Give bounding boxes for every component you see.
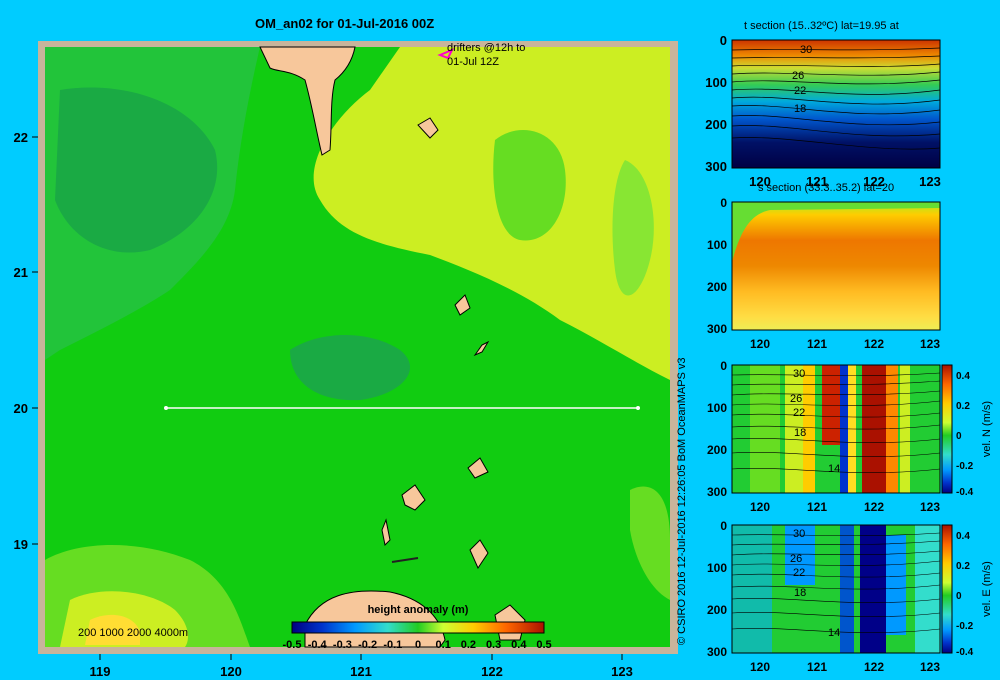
vel-colorbar <box>941 364 953 494</box>
contour-label: 30 <box>793 368 805 380</box>
lon-tick: 119 <box>90 664 111 679</box>
contour-label: 26 <box>790 393 802 405</box>
colorbar-tick-label: 0.1 <box>436 639 451 651</box>
depth-tick: 0 <box>720 519 727 533</box>
vel-band <box>915 525 940 653</box>
depth-tick: 100 <box>705 75 727 90</box>
vel-cbar-tick: -0.4 <box>956 487 974 498</box>
colorbar-tick-label: 0 <box>415 639 421 651</box>
lon-tick: 120 <box>750 500 770 514</box>
temperature-section-panel: 30 26 22 18 0 100 200 300 120 121 122 12… <box>705 33 941 189</box>
depth-tick: 200 <box>707 443 727 457</box>
depth-tick: 100 <box>707 561 727 575</box>
credit-text: © CSIRO 2016 12-Jul-2016 12:26:05 BoM Oc… <box>676 357 688 645</box>
contour-label: 22 <box>793 567 805 579</box>
colorbar-tick-label: -0.3 <box>333 639 352 651</box>
contour-label: 22 <box>794 85 806 97</box>
depth-tick: 0 <box>720 33 727 48</box>
contour-label: 18 <box>794 587 806 599</box>
lon-tick: 122 <box>864 660 884 674</box>
drifter-legend-line1: drifters @12h to <box>447 42 525 54</box>
depth-tick: 300 <box>707 322 727 336</box>
depth-tick: 100 <box>707 238 727 252</box>
vel-band <box>900 365 910 493</box>
contour-label: 30 <box>800 44 812 56</box>
vel-cbar-tick: 0.2 <box>956 401 970 412</box>
vel-colorbar-label: vel. E (m/s) <box>981 561 993 617</box>
depth-tick: 0 <box>720 359 727 373</box>
lat-tick: 22 <box>14 130 28 145</box>
lon-tick: 120 <box>750 337 770 351</box>
colorbar-tick-label: 0.2 <box>461 639 476 651</box>
lon-tick: 123 <box>920 660 940 674</box>
depth-tick: 200 <box>707 603 727 617</box>
main-map: 119 120 121 122 123 22 21 20 19 drifters… <box>14 41 678 679</box>
lon-tick: 120 <box>220 664 242 679</box>
velocity-north-panel: 30 26 22 18 14 0.4 0.2 0 -0.2 -0.4 vel. … <box>707 359 993 514</box>
colorbar-ticks: -0.5 -0.4 -0.3 -0.2 -0.1 0 0.1 0.2 0.3 0.4 0.5 <box>283 639 552 651</box>
section-end-marker <box>636 406 640 410</box>
depth-legend: 200 1000 2000 4000m <box>78 627 188 639</box>
colorbar <box>291 621 545 634</box>
lat-tick: 19 <box>14 537 28 552</box>
contour-label: 18 <box>794 427 806 439</box>
colorbar-tick-label: -0.2 <box>358 639 377 651</box>
contour-label: 26 <box>792 70 804 82</box>
vel-band <box>886 535 906 635</box>
vel-cbar-tick: -0.2 <box>956 461 974 472</box>
vel-cbar-tick: 0.4 <box>956 371 970 382</box>
vel-cbar-tick: 0 <box>956 591 962 602</box>
colorbar-tick-label: -0.4 <box>308 639 328 651</box>
vel-cbar-tick: -0.4 <box>956 647 974 658</box>
depth-tick: 200 <box>707 280 727 294</box>
section-start-marker <box>164 406 168 410</box>
contour-label: 14 <box>828 627 840 639</box>
salinity-field <box>732 202 940 330</box>
vel-cbar-tick: -0.2 <box>956 621 974 632</box>
depth-tick: 300 <box>707 645 727 659</box>
contour-label: 26 <box>790 553 802 565</box>
lon-tick: 121 <box>807 337 827 351</box>
colorbar-tick-label: 0.4 <box>511 639 527 651</box>
contour-label: 30 <box>793 528 805 540</box>
lon-tick: 122 <box>864 500 884 514</box>
colorbar-label: height anomaly (m) <box>368 604 469 616</box>
depth-tick: 300 <box>705 159 727 174</box>
lon-tick: 123 <box>920 337 940 351</box>
vel-colorbar <box>941 524 953 654</box>
contour-label: 22 <box>793 407 805 419</box>
lon-tick: 121 <box>807 500 827 514</box>
lon-tick: 122 <box>481 664 503 679</box>
lon-tick: 123 <box>919 174 941 189</box>
lon-tick: 123 <box>611 664 633 679</box>
depth-tick: 0 <box>720 196 727 210</box>
colorbar-tick-label: 0.5 <box>536 639 551 651</box>
contour-label: 14 <box>828 463 840 475</box>
drifter-legend-line2: 01-Jul 12Z <box>447 56 499 68</box>
velocity-east-panel: 30 26 22 18 14 0.4 0.2 0 -0.2 -0.4 vel. … <box>707 519 993 674</box>
vel-cbar-tick: 0 <box>956 431 962 442</box>
colorbar-tick-label: -0.5 <box>283 639 302 651</box>
salinity-section-panel: 0 100 200 300 120 121 122 123 <box>707 196 941 351</box>
lon-tick: 123 <box>920 500 940 514</box>
lon-tick: 122 <box>864 337 884 351</box>
colorbar-tick-label: -0.1 <box>383 639 402 651</box>
vel-cbar-tick: 0.4 <box>956 531 970 542</box>
lat-tick: 21 <box>14 265 28 280</box>
contour-label: 18 <box>794 103 806 115</box>
lat-tick: 20 <box>14 401 28 416</box>
vel-cbar-tick: 0.2 <box>956 561 970 572</box>
vel-colorbar-label: vel. N (m/s) <box>981 401 993 457</box>
depth-tick: 300 <box>707 485 727 499</box>
lon-tick: 121 <box>350 664 372 679</box>
lon-tick: 121 <box>807 660 827 674</box>
colorbar-tick-label: 0.3 <box>486 639 501 651</box>
depth-tick: 100 <box>707 401 727 415</box>
lon-tick: 120 <box>750 660 770 674</box>
depth-tick: 200 <box>705 117 727 132</box>
